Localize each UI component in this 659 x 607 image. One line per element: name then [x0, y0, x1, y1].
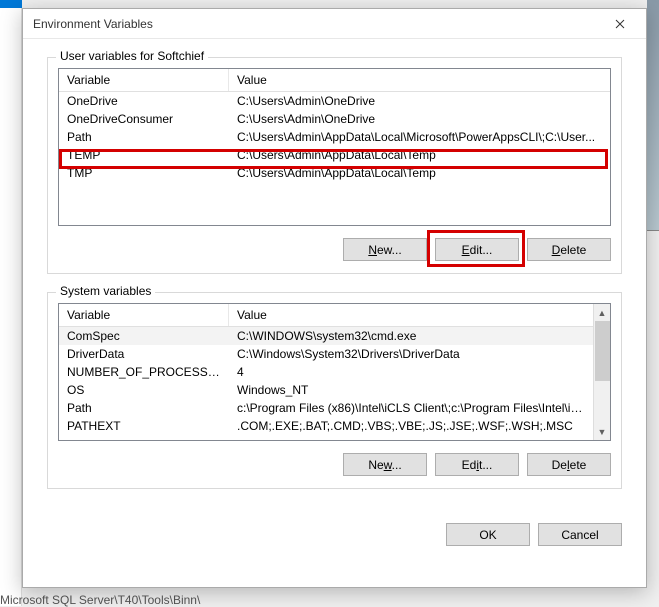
table-row[interactable]: Pathc:\Program Files (x86)\Intel\iCLS Cl…: [59, 399, 593, 417]
system-scrollbar[interactable]: ▲ ▼: [593, 304, 610, 440]
background-image-strip: [647, 0, 659, 230]
cell-value: C:\Users\Admin\AppData\Local\Temp: [229, 164, 610, 182]
cell-variable: PATHEXT: [59, 417, 229, 435]
system-variables-table[interactable]: Variable Value ComSpecC:\WINDOWS\system3…: [58, 303, 611, 441]
cell-value: C:\Windows\System32\Drivers\DriverData: [229, 345, 593, 363]
ok-button[interactable]: OK: [446, 523, 530, 546]
scroll-up-icon[interactable]: ▲: [594, 304, 611, 321]
table-row[interactable]: DriverDataC:\Windows\System32\Drivers\Dr…: [59, 345, 593, 363]
table-row[interactable]: OneDriveConsumerC:\Users\Admin\OneDrive: [59, 110, 610, 128]
system-edit-button[interactable]: Edit...: [435, 453, 519, 476]
table-row[interactable]: TEMPC:\Users\Admin\AppData\Local\Temp: [59, 146, 610, 164]
system-variables-group: System variables Variable Value ComSpecC…: [47, 292, 622, 489]
column-header-value[interactable]: Value: [229, 304, 610, 326]
scroll-thumb[interactable]: [595, 321, 610, 381]
cell-value: C:\Users\Admin\OneDrive: [229, 92, 610, 110]
table-header: Variable Value: [59, 304, 610, 327]
cell-value: c:\Program Files (x86)\Intel\iCLS Client…: [229, 399, 593, 417]
cell-value: C:\Program Files (x86)\Lenovo\PowerMgr: [229, 435, 593, 439]
cell-variable: Path: [59, 128, 229, 146]
cell-value: Windows_NT: [229, 381, 593, 399]
table-row[interactable]: PathC:\Users\Admin\AppData\Local\Microso…: [59, 128, 610, 146]
cell-variable: TEMP: [59, 146, 229, 164]
system-delete-button[interactable]: Delete: [527, 453, 611, 476]
dialog-footer: OK Cancel: [23, 509, 646, 546]
cell-variable: Path: [59, 399, 229, 417]
table-row[interactable]: TMPC:\Users\Admin\AppData\Local\Temp: [59, 164, 610, 182]
table-row[interactable]: PowerMgrPathC:\Program Files (x86)\Lenov…: [59, 435, 593, 439]
column-header-variable[interactable]: Variable: [59, 69, 229, 91]
user-edit-button[interactable]: Edit...: [435, 238, 519, 261]
cell-variable: NUMBER_OF_PROCESSORS: [59, 363, 229, 381]
cell-value: 4: [229, 363, 593, 381]
cancel-button[interactable]: Cancel: [538, 523, 622, 546]
cell-variable: OS: [59, 381, 229, 399]
user-new-button[interactable]: New...: [343, 238, 427, 261]
cell-value: C:\Users\Admin\AppData\Local\Microsoft\P…: [229, 128, 610, 146]
scroll-down-icon[interactable]: ▼: [594, 423, 611, 440]
column-header-value[interactable]: Value: [229, 69, 610, 91]
environment-variables-dialog: Environment Variables User variables for…: [22, 8, 647, 588]
background-selection: [0, 0, 22, 8]
table-row[interactable]: OSWindows_NT: [59, 381, 593, 399]
table-row[interactable]: PATHEXT.COM;.EXE;.BAT;.CMD;.VBS;.VBE;.JS…: [59, 417, 593, 435]
table-row[interactable]: NUMBER_OF_PROCESSORS4: [59, 363, 593, 381]
close-icon: [615, 19, 625, 29]
cell-variable: OneDriveConsumer: [59, 110, 229, 128]
system-variables-label: System variables: [56, 284, 155, 298]
table-row[interactable]: OneDriveC:\Users\Admin\OneDrive: [59, 92, 610, 110]
cell-variable: OneDrive: [59, 92, 229, 110]
cell-value: C:\Users\Admin\AppData\Local\Temp: [229, 146, 610, 164]
cell-variable: ComSpec: [59, 327, 229, 345]
dialog-title: Environment Variables: [33, 17, 153, 31]
user-variables-label: User variables for Softchief: [56, 49, 208, 63]
cell-value: C:\WINDOWS\system32\cmd.exe: [229, 327, 593, 345]
column-header-variable[interactable]: Variable: [59, 304, 229, 326]
table-row[interactable]: ComSpecC:\WINDOWS\system32\cmd.exe: [59, 327, 593, 345]
cell-value: .COM;.EXE;.BAT;.CMD;.VBS;.VBE;.JS;.JSE;.…: [229, 417, 593, 435]
background-left-strip: [0, 0, 22, 606]
user-variables-group: User variables for Softchief Variable Va…: [47, 57, 622, 274]
system-new-button[interactable]: New...: [343, 453, 427, 476]
cell-value: C:\Users\Admin\OneDrive: [229, 110, 610, 128]
table-header: Variable Value: [59, 69, 610, 92]
titlebar[interactable]: Environment Variables: [23, 9, 646, 39]
cell-variable: PowerMgrPath: [59, 435, 229, 439]
background-divider: [647, 230, 659, 231]
user-variables-table[interactable]: Variable Value OneDriveC:\Users\Admin\On…: [58, 68, 611, 226]
close-button[interactable]: [600, 11, 640, 37]
cell-variable: TMP: [59, 164, 229, 182]
user-delete-button[interactable]: Delete: [527, 238, 611, 261]
cell-variable: DriverData: [59, 345, 229, 363]
bg-bottom-text: Microsoft SQL Server\T40\Tools\Binn\: [0, 593, 200, 607]
